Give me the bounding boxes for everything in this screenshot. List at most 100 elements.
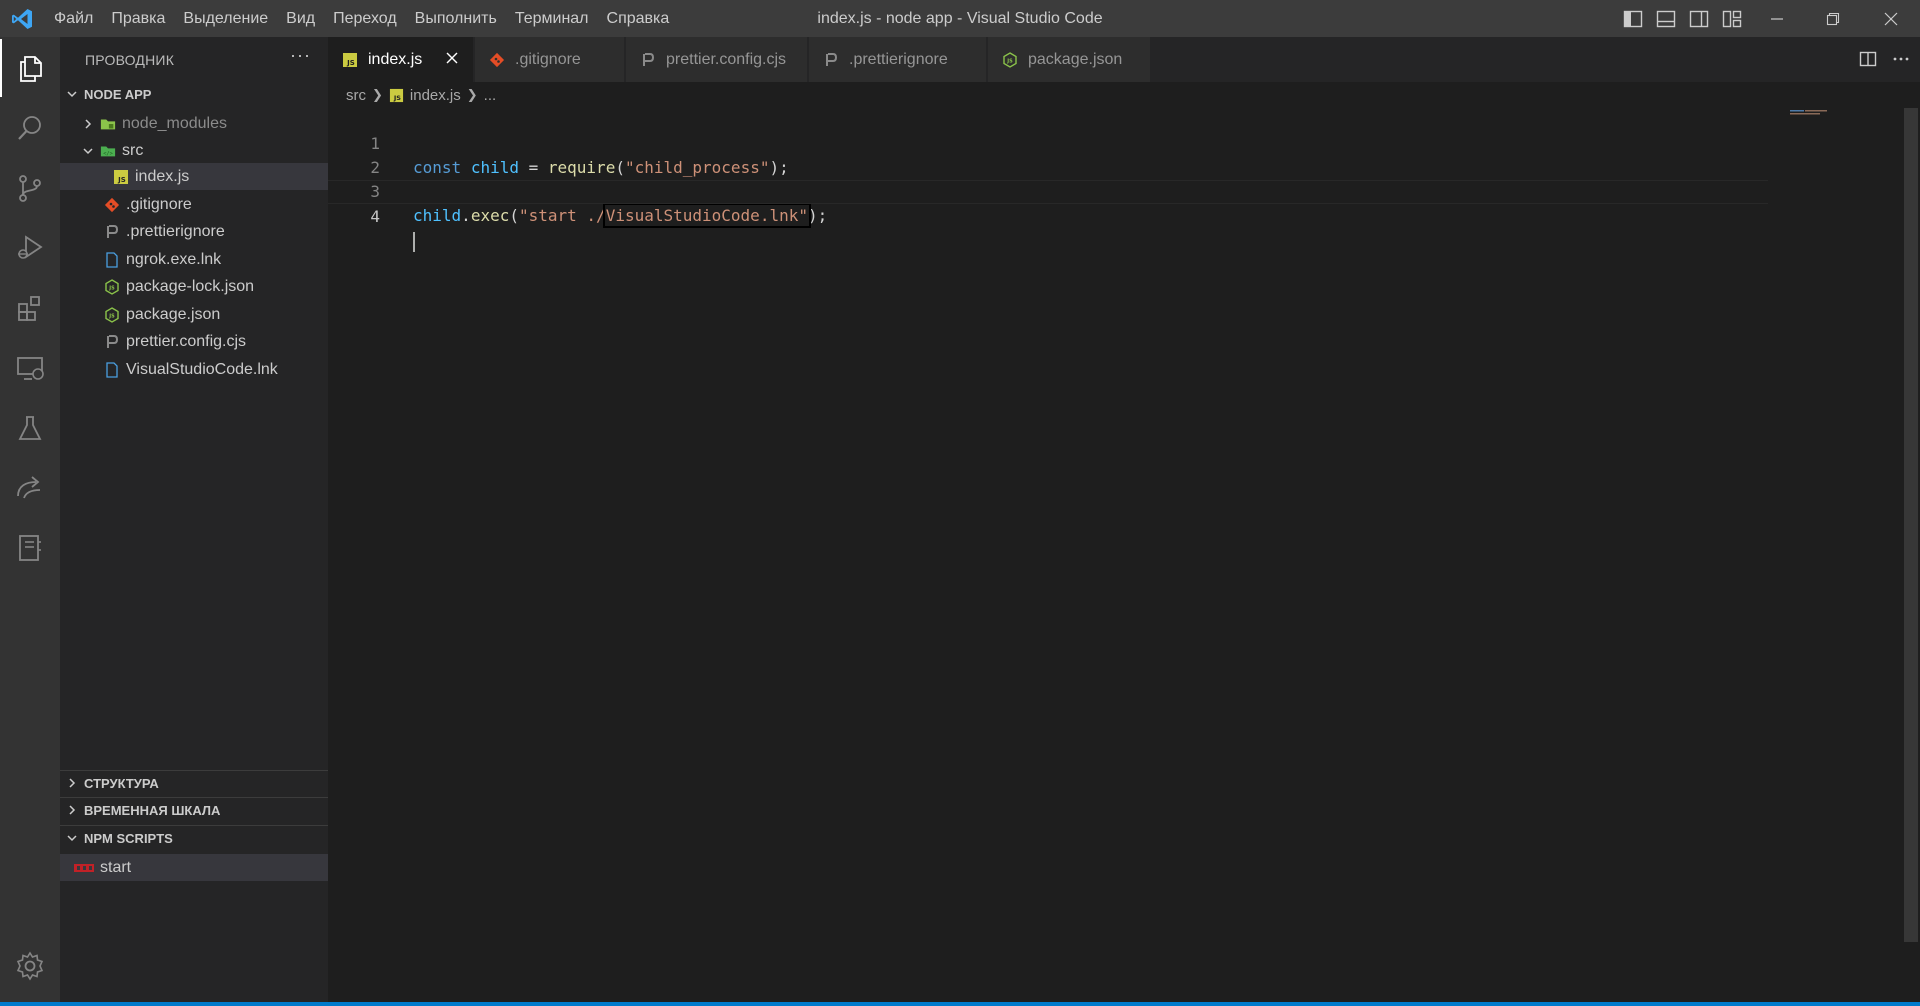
title-bar: Файл Правка Выделение Вид Переход Выполн…: [0, 0, 1920, 37]
code-text: child.exec("start ./VisualStudioCode.lnk…: [413, 203, 828, 228]
activity-remote-explorer[interactable]: [0, 339, 60, 397]
activity-live-share[interactable]: [0, 459, 60, 517]
code-editor[interactable]: 1 const child = require("child_process")…: [328, 106, 1903, 1002]
tree-item-node-modules[interactable]: node_modules: [60, 110, 328, 137]
vertical-scrollbar-thumb[interactable]: [1904, 108, 1918, 942]
activity-testing[interactable]: [0, 399, 60, 457]
highlighted-string: VisualStudioCode.lnk": [602, 203, 811, 228]
explorer-icon: [20, 56, 42, 82]
tree-item-label: package.json: [126, 305, 221, 323]
tree-item-prettier-config[interactable]: prettier.config.cjs: [60, 328, 328, 355]
file-icon: [106, 251, 118, 268]
remote-explorer-icon: [17, 357, 44, 380]
tab-prettierignore[interactable]: .prettierignore: [809, 37, 987, 82]
close-window-button[interactable]: [1868, 0, 1914, 37]
restore-button[interactable]: [1810, 0, 1856, 37]
tab-label: .gitignore: [515, 50, 581, 68]
tab-gitignore[interactable]: .gitignore: [475, 37, 625, 82]
js-file-icon: JS: [343, 52, 357, 67]
tab-label: index.js: [368, 50, 423, 68]
section-npm-label: NPM SCRIPTS: [84, 830, 173, 846]
tab-prettier-config[interactable]: prettier.config.cjs: [626, 37, 808, 82]
tree-item-prettierignore[interactable]: .prettierignore: [60, 218, 328, 245]
text-cursor: [413, 229, 415, 253]
minimap[interactable]: [1790, 110, 1832, 116]
tree-item-src[interactable]: </> src: [60, 137, 328, 164]
git-icon: [104, 197, 120, 212]
customize-layout-icon[interactable]: [1721, 8, 1743, 30]
section-outline-label: СТРУКТУРА: [84, 775, 159, 791]
git-icon: [489, 52, 505, 67]
section-outline[interactable]: СТРУКТУРА: [60, 771, 328, 795]
svg-text:JS: JS: [346, 59, 355, 67]
more-icon[interactable]: [1891, 49, 1911, 69]
chevron-right-icon: ❯: [372, 87, 383, 102]
activity-explorer[interactable]: [0, 39, 60, 97]
folder-node-icon: [100, 119, 116, 129]
section-npm-scripts[interactable]: NPM SCRIPTS: [60, 826, 328, 850]
status-bar: [0, 1002, 1920, 1006]
file-icon: [106, 361, 118, 378]
code-line: 3 child.exec("start ./VisualStudioCode.l…: [328, 156, 1768, 228]
activity-source-control[interactable]: [0, 159, 60, 217]
tree-item-ngrok-lnk[interactable]: ngrok.exe.lnk: [60, 246, 328, 273]
breadcrumb-symbol[interactable]: ...: [484, 87, 497, 104]
section-timeline[interactable]: ВРЕМЕННАЯ ШКАЛА: [60, 798, 328, 822]
tree-item-index-js[interactable]: JS index.js: [60, 163, 328, 190]
nodejs-icon: JS: [105, 306, 119, 323]
code-line: 2: [328, 132, 1768, 177]
npm-script-label: start: [100, 858, 132, 876]
menu-view[interactable]: Вид: [277, 0, 324, 37]
activity-manage[interactable]: [0, 937, 60, 995]
menu-edit[interactable]: Правка: [102, 0, 174, 37]
toggle-primary-sidebar-icon[interactable]: [1622, 8, 1644, 30]
tab-package-json[interactable]: JS package.json: [988, 37, 1151, 82]
chevron-down-icon: [83, 147, 93, 154]
tab-label: prettier.config.cjs: [666, 50, 787, 68]
tree-item-package-json[interactable]: JS package.json: [60, 301, 328, 328]
tab-close-button[interactable]: [443, 49, 461, 67]
activity-notebook[interactable]: [0, 519, 60, 577]
activity-search[interactable]: [0, 99, 60, 157]
nodejs-icon: JS: [1003, 51, 1017, 68]
activity-extensions[interactable]: [0, 279, 60, 337]
gear-icon: [16, 951, 44, 981]
toggle-secondary-sidebar-icon[interactable]: [1688, 8, 1710, 30]
minimize-button[interactable]: [1754, 0, 1800, 37]
menu-go[interactable]: Переход: [324, 0, 406, 37]
prettier-icon: [107, 224, 119, 238]
chevron-right-icon: ❯: [466, 87, 478, 102]
svg-text:JS: JS: [108, 285, 115, 291]
breadcrumb-file[interactable]: index.js: [410, 87, 461, 104]
tree-item-label: .gitignore: [126, 195, 192, 213]
split-editor-icon[interactable]: [1858, 49, 1878, 69]
breadcrumb: src ❯ JS index.js ❯ ...: [346, 84, 496, 106]
tree-item-package-lock[interactable]: JS package-lock.json: [60, 273, 328, 300]
tab-index-js[interactable]: JS index.js: [328, 37, 474, 82]
menu-file[interactable]: Файл: [45, 0, 102, 37]
tree-item-label: src: [122, 141, 144, 159]
sidebar-header: ПРОВОДНИК ···: [60, 37, 328, 83]
menu-help[interactable]: Справка: [598, 0, 679, 37]
explorer-sidebar: ПРОВОДНИК ··· NODE APP node_modules </> …: [60, 37, 328, 1002]
toggle-panel-icon[interactable]: [1655, 8, 1677, 30]
breadcrumb-folder[interactable]: src: [346, 87, 366, 104]
menu-selection[interactable]: Выделение: [174, 0, 277, 37]
tree-item-gitignore[interactable]: .gitignore: [60, 191, 328, 218]
menu-run[interactable]: Выполнить: [406, 0, 506, 37]
restore-icon: [1826, 12, 1840, 25]
section-node-app[interactable]: NODE APP: [60, 82, 328, 106]
activity-run-debug[interactable]: [0, 219, 60, 277]
prettier-icon: [107, 334, 119, 348]
tree-item-label: index.js: [135, 167, 190, 185]
svg-text:JS: JS: [393, 94, 401, 102]
npm-script-start[interactable]: start: [60, 854, 328, 881]
menu-terminal[interactable]: Терминал: [506, 0, 598, 37]
prettier-icon: [643, 52, 655, 66]
tree-item-vscode-lnk[interactable]: VisualStudioCode.lnk: [60, 356, 328, 383]
nodejs-icon: JS: [105, 278, 119, 295]
tree-item-label: .prettierignore: [126, 222, 225, 240]
testing-icon: [18, 416, 42, 440]
svg-text:JS: JS: [1006, 58, 1013, 64]
more-actions-button[interactable]: ···: [290, 45, 311, 66]
